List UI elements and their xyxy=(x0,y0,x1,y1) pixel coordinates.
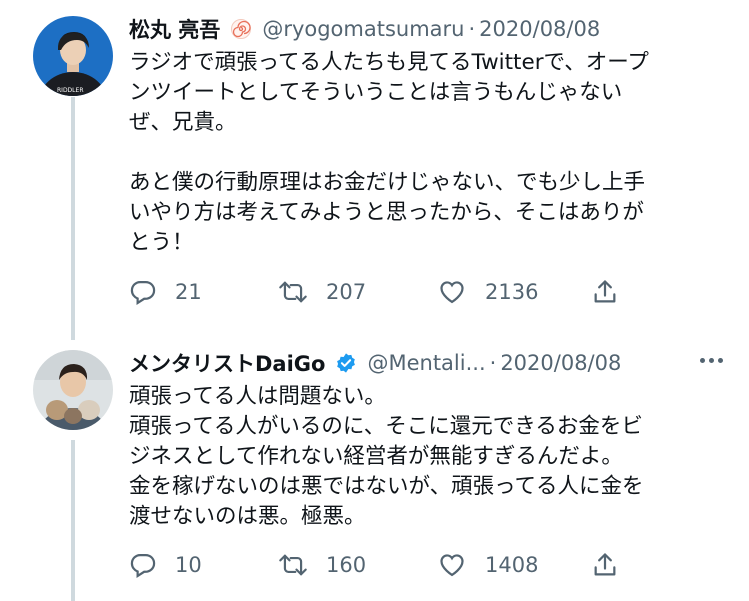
retweet-button[interactable]: 207 xyxy=(278,278,366,306)
avatar[interactable]: RIDDLER xyxy=(33,16,113,96)
tweet-header: 松丸 亮吾 @ryogomatsumaru · 2020/08/08 xyxy=(129,12,725,46)
like-button[interactable]: 1408 xyxy=(437,551,538,579)
reply-button[interactable]: 21 xyxy=(129,278,202,306)
tweet-text: 頑張ってる人は問題ない。 頑張ってる人がいるのに、そこに還元できるお金をビ ジネ… xyxy=(129,384,644,529)
tweet-thread: RIDDLER 松丸 亮吾 @ryogomatsumaru · 2020/08/… xyxy=(0,0,749,601)
thread-line xyxy=(71,97,75,340)
tweet-text: ラジオで頑張ってる人たちも見てるTwitterで、オープ ンツイートとしてそうい… xyxy=(129,50,649,255)
verified-badge-icon xyxy=(335,352,357,374)
retweet-icon xyxy=(278,551,308,579)
retweet-button[interactable]: 160 xyxy=(278,551,366,579)
reply-count: 10 xyxy=(175,553,202,577)
user-handle[interactable]: @Mentali... xyxy=(367,351,485,375)
heart-icon xyxy=(437,278,467,306)
share-button[interactable] xyxy=(591,551,619,579)
reply-icon xyxy=(129,278,157,306)
like-button[interactable]: 2136 xyxy=(437,278,538,306)
reply-icon xyxy=(129,551,157,579)
tweet-date[interactable]: 2020/08/08 xyxy=(500,351,621,375)
retweet-icon xyxy=(278,278,308,306)
display-name[interactable]: メンタリストDaiGo xyxy=(129,348,325,378)
like-count: 2136 xyxy=(485,280,539,304)
share-button[interactable] xyxy=(591,278,619,306)
retweet-count: 160 xyxy=(326,553,367,577)
reply-button[interactable]: 10 xyxy=(129,551,202,579)
separator-dot: · xyxy=(489,351,497,375)
thread-line xyxy=(71,440,75,601)
heart-icon xyxy=(437,551,467,579)
share-icon xyxy=(591,551,619,579)
separator-dot: · xyxy=(468,17,476,41)
tweet-actions: 21 207 2136 xyxy=(129,272,629,312)
share-icon xyxy=(591,278,619,306)
spiral-emoji-icon xyxy=(230,18,252,40)
tweet-header: メンタリストDaiGo @Mentali... · 2020/08/08 xyxy=(129,346,725,380)
like-count: 1408 xyxy=(485,553,539,577)
retweet-count: 207 xyxy=(326,280,367,304)
avatar[interactable] xyxy=(33,350,113,430)
user-handle[interactable]: @ryogomatsumaru xyxy=(262,17,464,41)
tweet-actions: 10 160 1408 xyxy=(129,545,629,585)
avatar-shirt-text: RIDDLER xyxy=(57,87,83,94)
tweet-date[interactable]: 2020/08/08 xyxy=(479,17,600,41)
more-icon[interactable] xyxy=(700,358,723,363)
reply-count: 21 xyxy=(175,280,202,304)
display-name[interactable]: 松丸 亮吾 xyxy=(129,14,220,44)
